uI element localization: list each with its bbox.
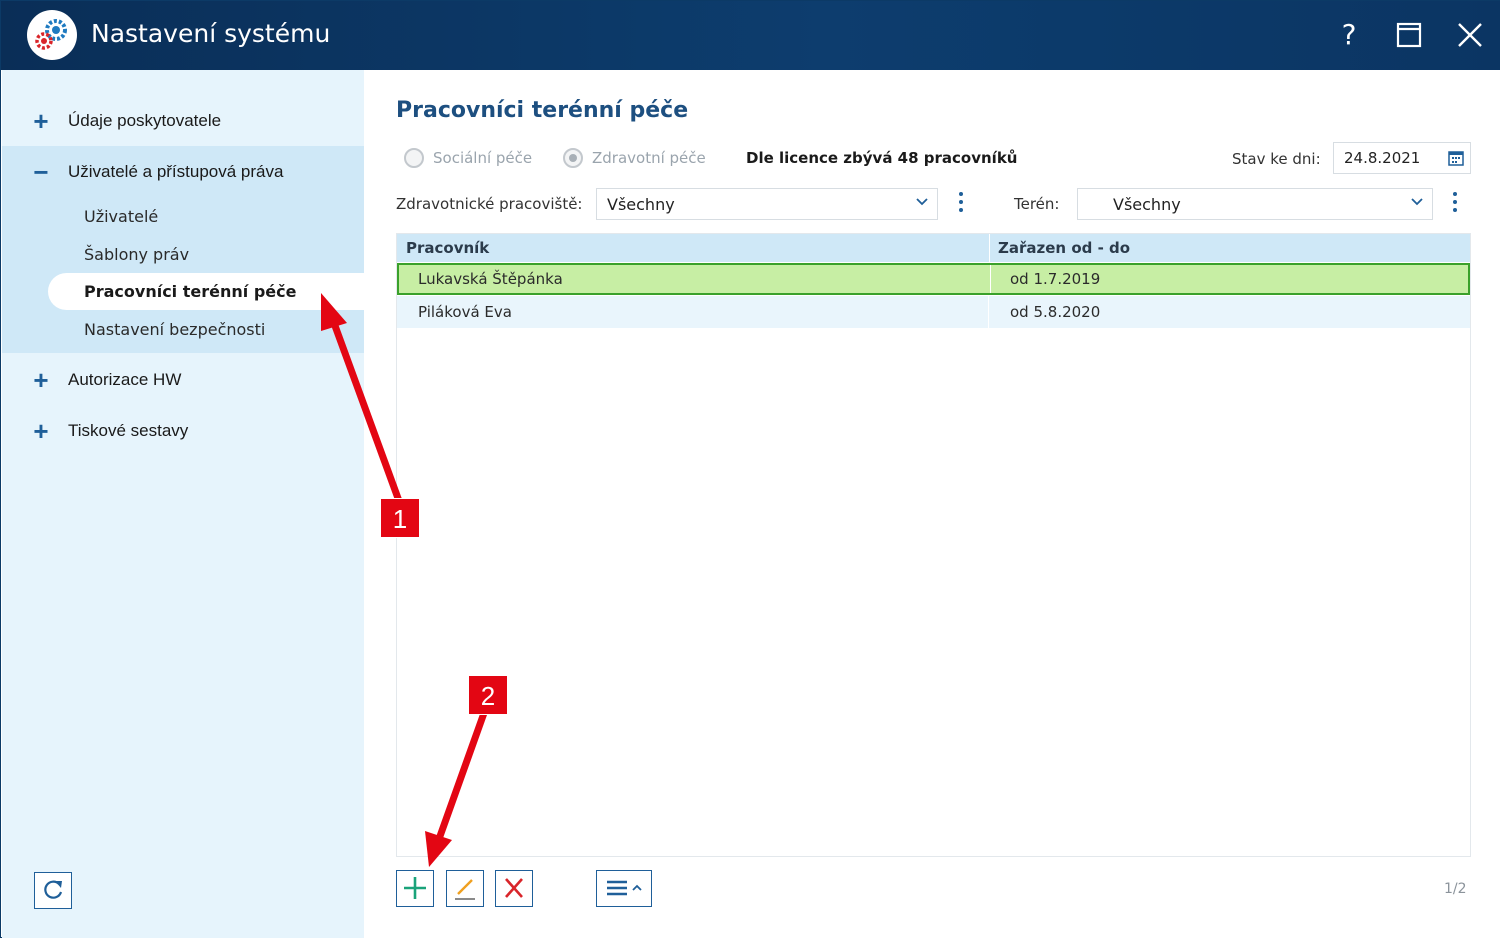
annotation-arrows: [321, 293, 488, 867]
arrow-2-head: [425, 831, 452, 867]
arrow-1-head: [321, 293, 347, 331]
annotation-badge-2: 2: [468, 675, 508, 715]
arrow-2-line: [435, 711, 488, 841]
settings-window: Nastavení systému ? + Údaje poskytovatel…: [0, 0, 1500, 938]
arrow-1-line: [330, 321, 403, 503]
annotation-badge-1: 1: [380, 498, 420, 538]
